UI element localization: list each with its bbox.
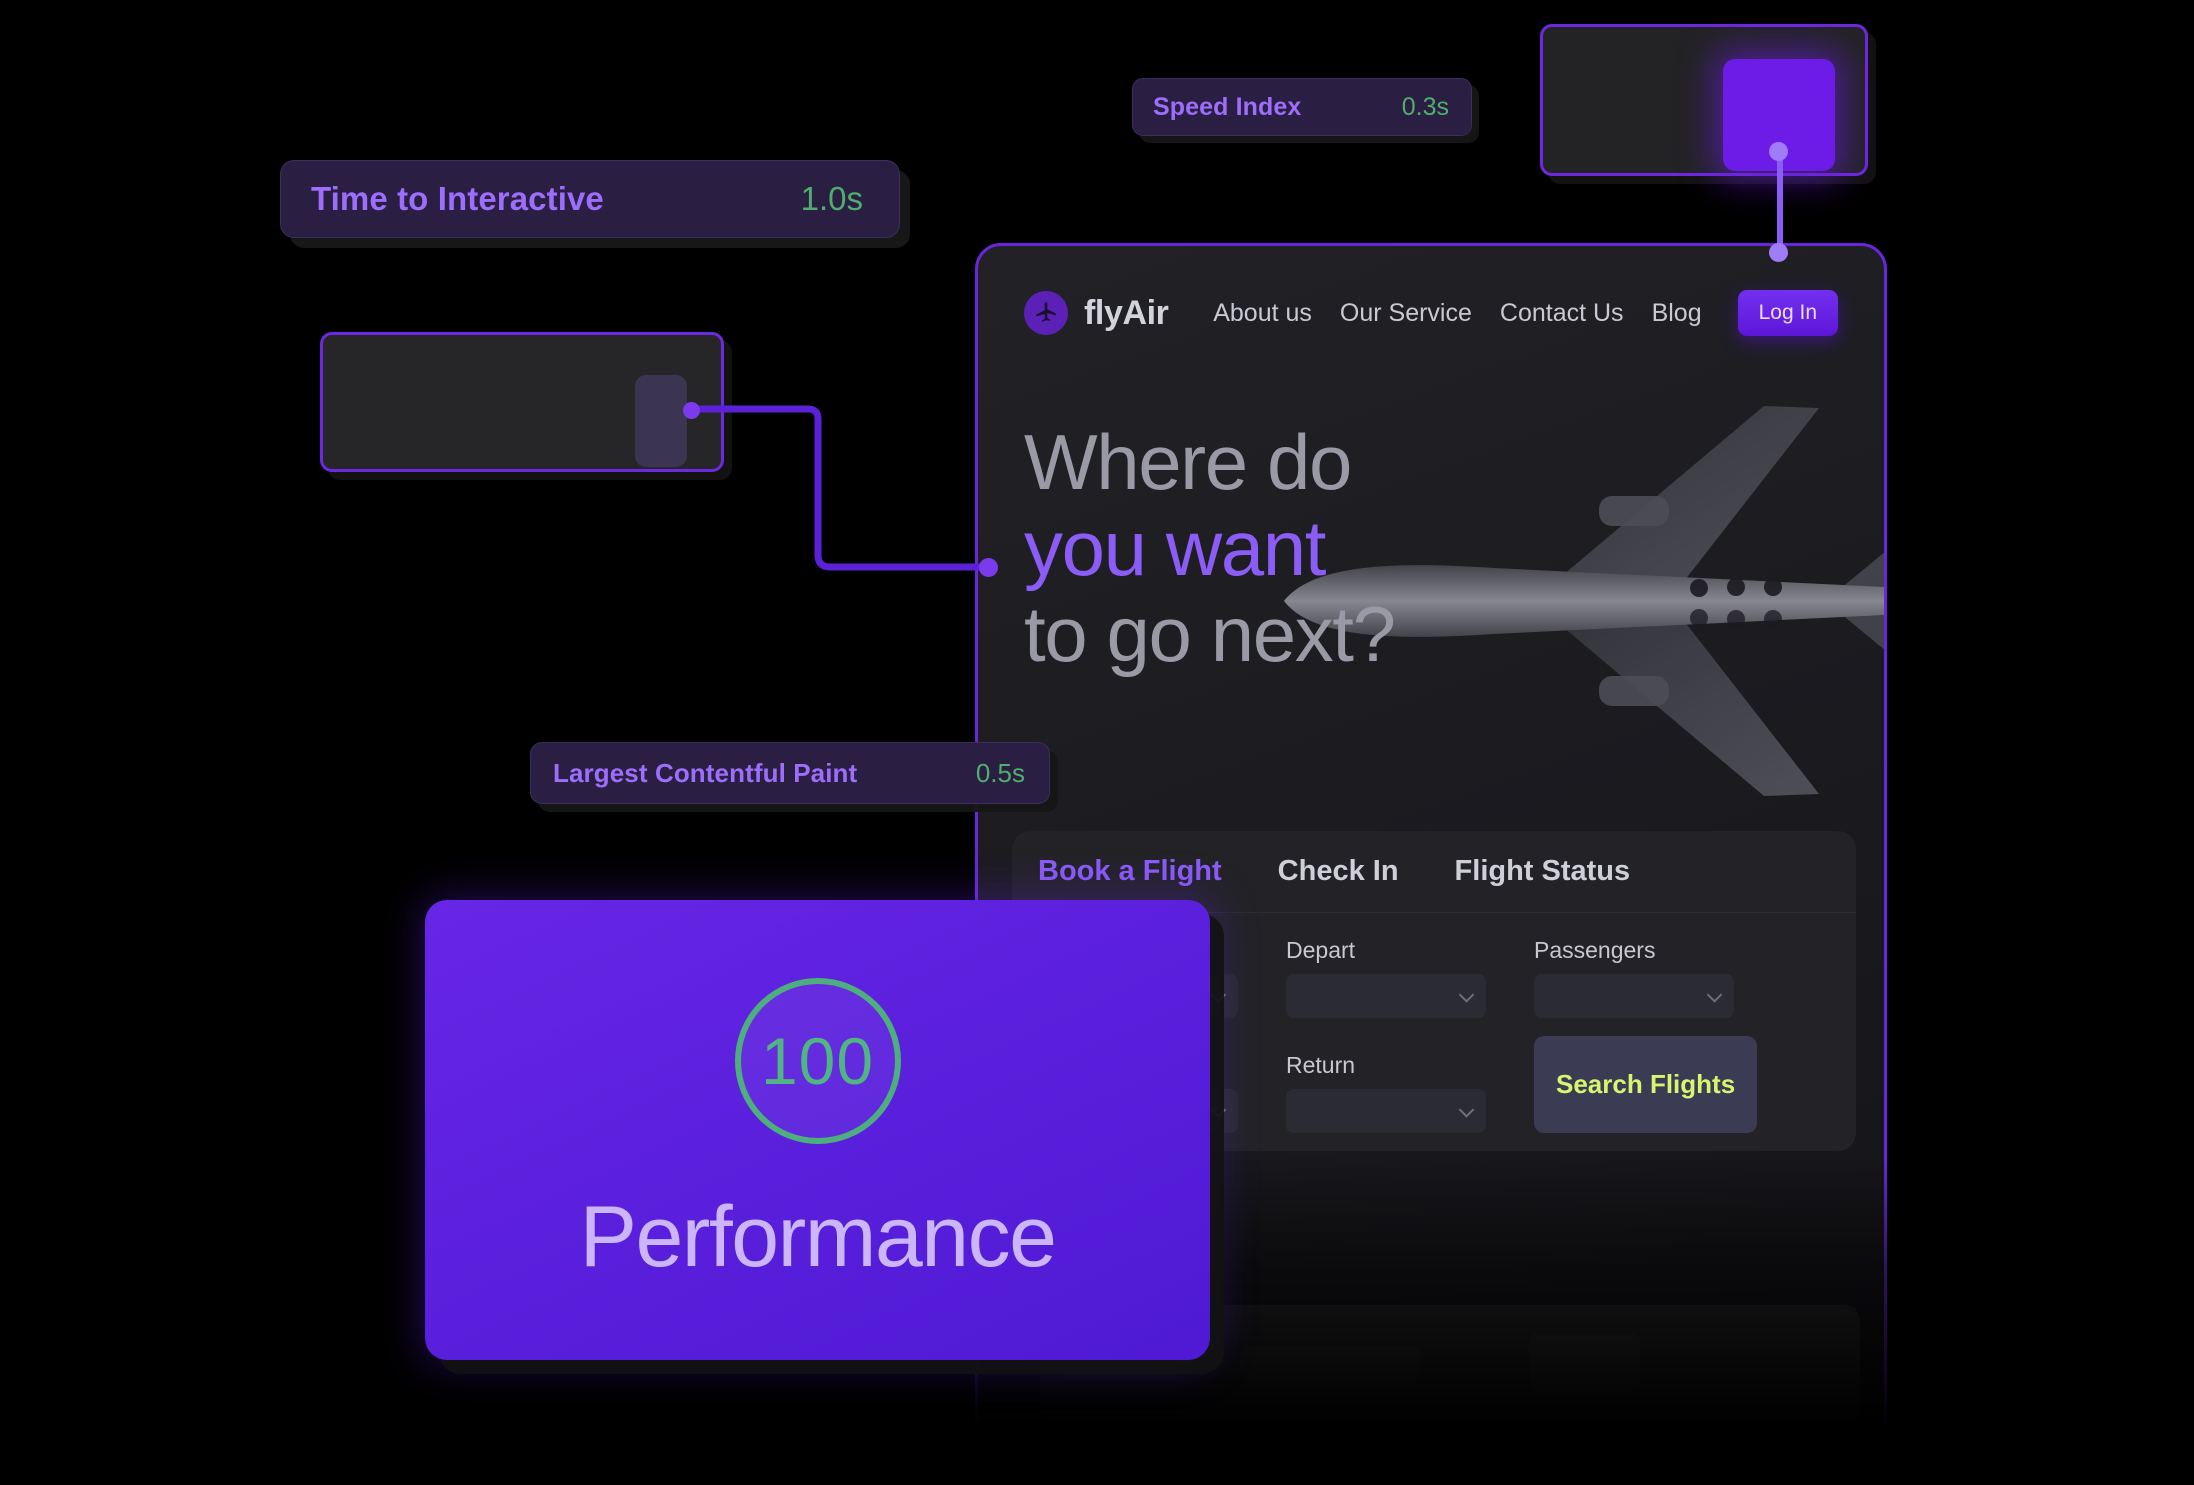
hero-line-3: to go next? xyxy=(1024,589,1396,678)
chevron-down-icon xyxy=(1458,987,1475,1003)
tab-flight-status[interactable]: Flight Status xyxy=(1455,855,1631,888)
depart-select[interactable] xyxy=(1286,974,1486,1018)
chevron-down-icon xyxy=(1210,987,1227,1003)
score-value: 100 xyxy=(760,1024,875,1098)
chevron-down-icon xyxy=(1458,1102,1475,1118)
hero-line-1: Where do xyxy=(1024,418,1352,506)
metric-value: 1.0s xyxy=(800,180,863,217)
performance-score-card: 100 Performance xyxy=(425,900,1210,1360)
connector-top xyxy=(1777,149,1783,255)
form-col-return: Return xyxy=(1286,1052,1486,1133)
search-flights-button[interactable]: Search Flights xyxy=(1534,1036,1758,1133)
wireframe-element-highlight xyxy=(635,375,687,467)
nav-item-blog[interactable]: Blog xyxy=(1652,299,1702,328)
connector-dot-source xyxy=(1769,142,1788,161)
metric-time-to-interactive: Time to Interactive 1.0s xyxy=(280,160,900,238)
placeholder-chip xyxy=(1530,1333,1640,1395)
airplane-icon xyxy=(1024,291,1068,335)
brand-logo[interactable]: flyAir xyxy=(1024,291,1169,335)
chevron-down-icon xyxy=(1706,987,1723,1003)
placeholder-bar xyxy=(1030,1470,1850,1485)
passengers-label: Passengers xyxy=(1534,937,1656,963)
chevron-down-icon xyxy=(1210,1102,1227,1118)
wireframe-card-left xyxy=(320,332,724,472)
nav-item-contact-us[interactable]: Contact Us xyxy=(1500,299,1624,328)
form-col-passengers: Passengers xyxy=(1534,937,1734,1018)
metric-label: Largest Contentful Paint xyxy=(553,757,858,788)
metric-value: 0.3s xyxy=(1401,92,1449,121)
score-gauge: 100 xyxy=(734,978,901,1144)
metric-value: 0.5s xyxy=(975,757,1025,788)
brand-name: flyAir xyxy=(1084,293,1169,332)
return-label: Return xyxy=(1286,1052,1356,1078)
nav-links: About us Our Service Contact Us Blog Log… xyxy=(1213,290,1838,336)
form-col-depart: Depart xyxy=(1286,937,1486,1018)
connector-dot-source xyxy=(683,402,700,419)
tab-check-in[interactable]: Check In xyxy=(1278,855,1399,888)
wireframe-card-top xyxy=(1540,24,1868,176)
passengers-select[interactable] xyxy=(1534,974,1734,1018)
hero-heading: Where do you want to go next? xyxy=(978,336,1884,677)
metric-largest-contentful-paint: Largest Contentful Paint 0.5s xyxy=(530,742,1050,804)
site-navbar: flyAir About us Our Service Contact Us B… xyxy=(978,246,1884,336)
performance-label: Performance xyxy=(579,1189,1057,1285)
metric-label: Time to Interactive xyxy=(311,180,604,217)
metric-label: Speed Index xyxy=(1153,92,1302,121)
depart-label: Depart xyxy=(1286,937,1356,963)
nav-item-about-us[interactable]: About us xyxy=(1213,299,1312,328)
return-select[interactable] xyxy=(1286,1089,1486,1133)
nav-item-our-service[interactable]: Our Service xyxy=(1340,299,1472,328)
hero-line-2: you want xyxy=(1024,503,1326,592)
placeholder-chip xyxy=(1240,1347,1420,1381)
metric-speed-index: Speed Index 0.3s xyxy=(1132,78,1472,136)
composition-canvas: flyAir About us Our Service Contact Us B… xyxy=(0,0,2194,1485)
tab-book-a-flight[interactable]: Book a Flight xyxy=(1038,855,1222,888)
connector-left xyxy=(692,405,994,571)
login-button[interactable]: Log In xyxy=(1737,290,1838,336)
